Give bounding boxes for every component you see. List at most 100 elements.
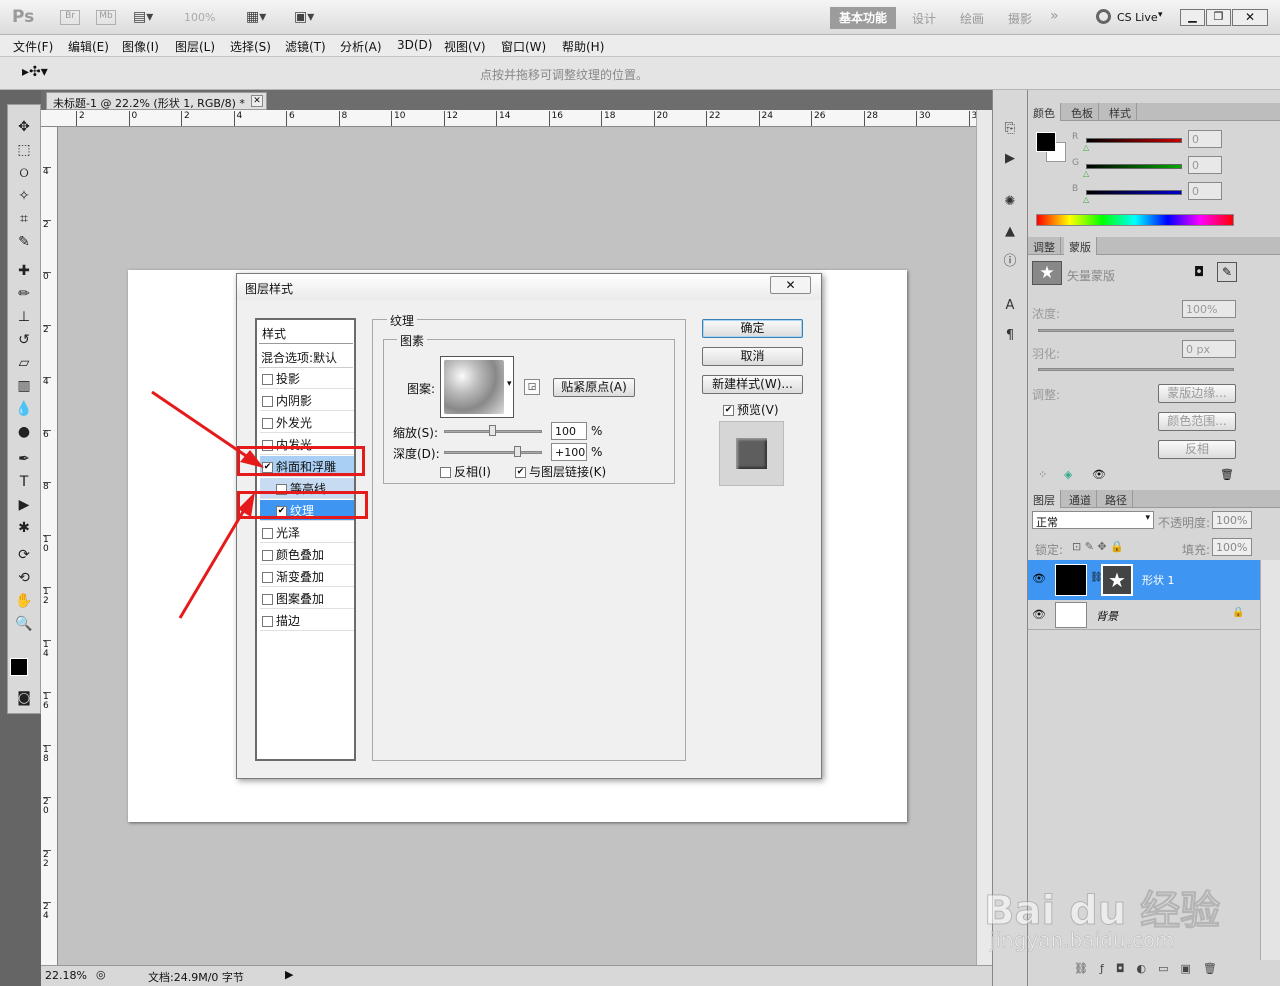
new-preset-icon[interactable]: ◲: [524, 379, 540, 395]
view-extras-icon[interactable]: ▤▾: [133, 9, 153, 25]
preview-checkbox[interactable]: ✔ 预览(V): [723, 401, 779, 418]
fill-field[interactable]: 100%: [1212, 538, 1252, 556]
tab-styles[interactable]: 样式: [1104, 103, 1137, 121]
gradient-tool-icon[interactable]: ▥: [14, 377, 34, 395]
channel-thumb-icon-0[interactable]: △: [1083, 143, 1089, 152]
workspace-painting[interactable]: 绘画: [960, 10, 984, 27]
blending-options-item[interactable]: 混合选项:默认: [259, 346, 353, 368]
quick-mask-icon[interactable]: ◙: [14, 689, 34, 707]
dialog-close-button[interactable]: ✕: [770, 276, 811, 294]
clone-source-icon[interactable]: ▲: [1001, 223, 1019, 241]
paragraph-panel-icon[interactable]: ¶: [1001, 327, 1019, 345]
style-item-0[interactable]: 投影: [260, 368, 354, 389]
channel-value-0[interactable]: 0: [1188, 130, 1222, 148]
zoom-tool-icon[interactable]: 🔍: [14, 615, 34, 633]
bridge-button[interactable]: Br: [60, 10, 80, 25]
workspace-design[interactable]: 设计: [912, 10, 936, 27]
depth-slider-thumb[interactable]: [514, 446, 521, 457]
minimize-button[interactable]: ▁: [1180, 9, 1205, 26]
color-spectrum-bar[interactable]: [1036, 214, 1234, 226]
blur-tool-icon[interactable]: 💧: [14, 400, 34, 418]
opacity-field[interactable]: 100%: [1212, 511, 1252, 529]
channel-slider-1[interactable]: [1086, 164, 1182, 169]
path-selection-tool-icon[interactable]: ▶: [14, 496, 34, 514]
restore-button[interactable]: ❐: [1206, 9, 1231, 26]
invert-checkbox[interactable]: 反相(I): [440, 463, 491, 480]
layer-visibility-icon[interactable]: 👁: [1032, 572, 1046, 585]
brush-presets-icon[interactable]: ✺: [1001, 193, 1019, 211]
clone-stamp-tool-icon[interactable]: ⊥: [14, 308, 34, 326]
menu-window[interactable]: 窗口(W): [501, 38, 546, 55]
move-tool-icon[interactable]: ✥: [14, 118, 34, 136]
invert-check-box[interactable]: [440, 467, 451, 478]
pattern-dropdown-chevron-icon[interactable]: ▾: [507, 379, 512, 389]
style-item-11[interactable]: 描边: [260, 610, 354, 631]
tab-color[interactable]: 颜色: [1028, 103, 1061, 121]
quick-select-tool-icon[interactable]: ✧: [14, 187, 34, 205]
menu-edit[interactable]: 编辑(E): [68, 38, 109, 55]
path-select-tool-icon[interactable]: ▸✣▾: [22, 64, 48, 80]
cslive-chevron-icon[interactable]: ▾: [1158, 10, 1163, 20]
screen-mode-icon[interactable]: ▣▾: [294, 9, 314, 25]
tab-paths[interactable]: 路径: [1100, 490, 1133, 508]
foreground-color-swatch[interactable]: [10, 658, 28, 676]
style-item-1[interactable]: 内阴影: [260, 390, 354, 411]
layer-panel-footer-icons[interactable]: ⛓ƒ◘◐▭▣🗑: [1074, 962, 1229, 975]
workspace-essentials[interactable]: 基本功能: [830, 7, 896, 29]
background-layer-name[interactable]: 背景: [1096, 608, 1118, 624]
3d-orbit-tool-icon[interactable]: ⟲: [14, 569, 34, 587]
minibridge-button[interactable]: Mb: [96, 10, 116, 25]
channel-slider-2[interactable]: [1086, 190, 1182, 195]
tab-channels[interactable]: 通道: [1064, 490, 1097, 508]
channel-thumb-icon-1[interactable]: △: [1083, 169, 1089, 178]
link-with-layer-checkbox[interactable]: ✔ 与图层链接(K): [515, 463, 606, 480]
type-tool-icon[interactable]: T: [14, 473, 34, 491]
close-tab-icon[interactable]: ✕: [251, 95, 263, 107]
arrange-documents-icon[interactable]: ▦▾: [246, 9, 266, 25]
menu-image[interactable]: 图像(I): [122, 38, 159, 55]
snap-to-origin-button[interactable]: 贴紧原点(A): [553, 378, 635, 397]
menu-layer[interactable]: 图层(L): [175, 38, 215, 55]
menu-help[interactable]: 帮助(H): [562, 38, 604, 55]
new-style-button[interactable]: 新建样式(W)...: [702, 375, 803, 394]
background-visibility-icon[interactable]: 👁: [1032, 608, 1046, 621]
preview-check-box[interactable]: ✔: [723, 405, 734, 416]
eraser-tool-icon[interactable]: ▱: [14, 354, 34, 372]
color-range-button[interactable]: 颜色范围...: [1158, 412, 1236, 431]
cslive-button[interactable]: CS Live: [1117, 11, 1158, 24]
style-item-8[interactable]: 颜色叠加: [260, 544, 354, 565]
menu-file[interactable]: 文件(F): [13, 38, 53, 55]
tab-layers[interactable]: 图层: [1028, 490, 1061, 508]
depth-field[interactable]: +100: [551, 443, 587, 461]
healing-brush-tool-icon[interactable]: ✚: [14, 262, 34, 280]
add-pixel-mask-icon[interactable]: ◘: [1194, 265, 1204, 280]
lock-icons[interactable]: ⊡ ✎ ✥ 🔒: [1072, 540, 1124, 553]
info-panel-icon[interactable]: ⓘ: [1001, 253, 1019, 271]
style-item-10[interactable]: 图案叠加: [260, 588, 354, 609]
dodge-tool-icon[interactable]: ●: [14, 423, 34, 441]
menu-view[interactable]: 视图(V): [444, 38, 486, 55]
mask-edge-button[interactable]: 蒙版边缘...: [1158, 384, 1236, 403]
crop-tool-icon[interactable]: ⌗: [14, 210, 34, 228]
workspace-photography[interactable]: 摄影: [1008, 10, 1032, 27]
delete-mask-icon[interactable]: 🗑: [1220, 468, 1234, 481]
menu-select[interactable]: 选择(S): [230, 38, 271, 55]
vertical-scrollbar[interactable]: [976, 110, 992, 965]
pattern-picker[interactable]: ▾: [440, 356, 514, 418]
layer-row-background[interactable]: 👁 背景 🔒: [1028, 600, 1260, 630]
brush-tool-icon[interactable]: ✏: [14, 285, 34, 303]
custom-shape-tool-icon[interactable]: ✱: [14, 519, 34, 537]
cancel-button[interactable]: 取消: [702, 347, 803, 366]
channel-thumb-icon-2[interactable]: △: [1083, 195, 1089, 204]
eyedropper-tool-icon[interactable]: ✎: [14, 233, 34, 251]
invert-mask-button[interactable]: 反相: [1158, 440, 1236, 459]
ok-button[interactable]: 确定: [702, 319, 803, 338]
tab-swatches[interactable]: 色板: [1066, 103, 1099, 121]
density-slider[interactable]: [1038, 329, 1234, 332]
more-workspaces-icon[interactable]: »: [1050, 8, 1059, 24]
3d-rotate-tool-icon[interactable]: ⟳: [14, 546, 34, 564]
menu-analysis[interactable]: 分析(A): [340, 38, 382, 55]
history-panel-icon[interactable]: ⎘: [1001, 120, 1019, 138]
density-field[interactable]: 100%: [1182, 300, 1236, 318]
add-vector-mask-icon[interactable]: ✎: [1217, 262, 1237, 282]
